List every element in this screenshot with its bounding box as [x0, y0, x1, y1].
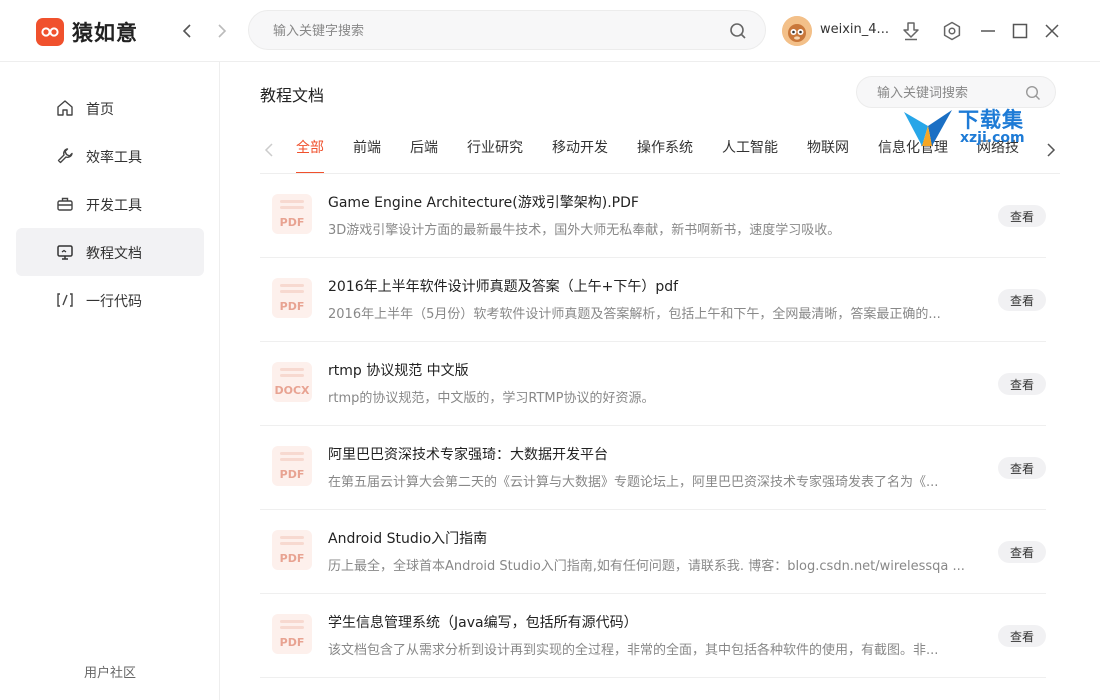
list-item[interactable]: PDF Game Engine Architecture(游戏引擎架构).PDF… — [260, 174, 1046, 258]
sidebar: 首页 效率工具 开发工具 教程文档 一行代码 用户社区 — [0, 62, 220, 700]
document-icon — [56, 243, 74, 261]
sidebar-item-label: 一行代码 — [86, 294, 142, 310]
doc-title[interactable]: rtmp 协议规范 中文版 — [328, 360, 469, 380]
doc-title[interactable]: Game Engine Architecture(游戏引擎架构).PDF — [328, 192, 639, 212]
main-content: 教程文档 全部前端后端行业研究移动开发操作系统人工智能物联网信息化管理网络技 P… — [221, 62, 1100, 700]
code-icon — [56, 291, 74, 309]
list-item[interactable]: PDF 2016年上半年软件设计师真题及答案（上午+下午）pdf 2016年上半… — [260, 258, 1046, 342]
download-icon — [903, 22, 919, 41]
view-button[interactable]: 查看 — [998, 205, 1046, 227]
tabs-scroll-left-button[interactable] — [260, 140, 278, 160]
logo-icon — [36, 18, 64, 46]
view-button[interactable]: 查看 — [998, 457, 1046, 479]
tabs-scroll-right-button[interactable] — [1042, 140, 1060, 160]
download-button[interactable] — [898, 18, 924, 44]
watermark-subtext: xzji.com — [960, 130, 1025, 146]
tab-mobile-dev[interactable]: 移动开发 — [552, 126, 608, 173]
doc-description: 3D游戏引擎设计方面的最新最牛技术，国外大师无私奉献，新书啊新书，速度学习吸收。 — [328, 223, 841, 238]
sidebar-item-efficiency-tools[interactable]: 效率工具 — [16, 132, 204, 180]
maximize-icon — [1012, 23, 1028, 39]
tab-frontend[interactable]: 前端 — [353, 126, 381, 173]
avatar[interactable] — [782, 16, 812, 46]
doc-search-input[interactable] — [877, 83, 1017, 103]
list-item[interactable]: DOCX rtmp 协议规范 中文版 rtmp的协议规范，中文版的，学习RTMP… — [260, 342, 1046, 426]
doc-title[interactable]: Android Studio入门指南 — [328, 528, 487, 548]
settings-icon — [943, 21, 961, 41]
pdf-file-icon: PDF — [272, 530, 312, 570]
doc-description: 2016年上半年（5月份）软考软件设计师真题及答案解析，包括上午和下午，全网最清… — [328, 307, 941, 322]
sidebar-item-label: 效率工具 — [86, 150, 142, 166]
pdf-file-icon: PDF — [272, 278, 312, 318]
tab-operating-system[interactable]: 操作系统 — [637, 126, 693, 173]
doc-description: 历上最全，全球首本Android Studio入门指南,如有任何问题，请联系我.… — [328, 559, 965, 574]
view-button[interactable]: 查看 — [998, 373, 1046, 395]
close-button[interactable] — [1039, 18, 1065, 44]
pdf-file-icon: PDF — [272, 194, 312, 234]
tab-industry-research[interactable]: 行业研究 — [467, 126, 523, 173]
tab-backend[interactable]: 后端 — [410, 126, 438, 173]
toolbox-icon — [56, 195, 74, 213]
doc-title[interactable]: 2016年上半年软件设计师真题及答案（上午+下午）pdf — [328, 276, 678, 296]
sidebar-item-label: 教程文档 — [86, 246, 142, 262]
home-icon — [56, 99, 74, 117]
chevron-right-icon — [1047, 143, 1056, 157]
doc-description: 在第五届云计算大会第二天的《云计算与大数据》专题论坛上，阿里巴巴资深技术专家强琦… — [328, 475, 939, 490]
sidebar-item-tutorial-docs[interactable]: 教程文档 — [16, 228, 204, 276]
maximize-button[interactable] — [1007, 18, 1033, 44]
title-bar: 猿如意 weixin_4... — [0, 0, 1100, 62]
tab-iot[interactable]: 物联网 — [807, 126, 849, 173]
app-logo[interactable]: 猿如意 — [36, 17, 138, 47]
close-icon — [1045, 24, 1059, 38]
doc-description: rtmp的协议规范，中文版的，学习RTMP协议的好资源。 — [328, 391, 655, 406]
doc-title[interactable]: 学生信息管理系统（Java编写，包括所有源代码） — [328, 612, 638, 632]
user-community-link[interactable]: 用户社区 — [0, 662, 220, 681]
minimize-icon — [981, 30, 995, 32]
sidebar-item-dev-tools[interactable]: 开发工具 — [16, 180, 204, 228]
view-button[interactable]: 查看 — [998, 289, 1046, 311]
chevron-right-icon — [218, 24, 227, 38]
doc-description: 该文档包含了从需求分析到设计再到实现的全过程，非常的全面，其中包括各种软件的使用… — [328, 643, 939, 658]
document-list: PDF Game Engine Architecture(游戏引擎架构).PDF… — [260, 174, 1046, 678]
sidebar-item-home[interactable]: 首页 — [16, 84, 204, 132]
sidebar-item-label: 开发工具 — [86, 198, 142, 214]
chevron-left-icon — [264, 143, 273, 157]
watermark: 下载集 xzji.com — [902, 104, 1042, 154]
pdf-file-icon: PDF — [272, 614, 312, 654]
doc-title[interactable]: 阿里巴巴资深技术专家强琦：大数据开发平台 — [328, 444, 608, 464]
pdf-file-icon: PDF — [272, 446, 312, 486]
search-icon[interactable] — [729, 22, 747, 40]
app-name: 猿如意 — [72, 21, 138, 45]
list-item[interactable]: PDF 阿里巴巴资深技术专家强琦：大数据开发平台 在第五届云计算大会第二天的《云… — [260, 426, 1046, 510]
tab-ai[interactable]: 人工智能 — [722, 126, 778, 173]
list-item[interactable]: PDF 学生信息管理系统（Java编写，包括所有源代码） 该文档包含了从需求分析… — [260, 594, 1046, 678]
minimize-button[interactable] — [975, 18, 1001, 44]
settings-button[interactable] — [939, 18, 965, 44]
sidebar-item-one-line-code[interactable]: 一行代码 — [16, 276, 204, 324]
search-icon[interactable] — [1025, 85, 1041, 101]
list-item[interactable]: PDF Android Studio入门指南 历上最全，全球首本Android … — [260, 510, 1046, 594]
page-title: 教程文档 — [260, 86, 325, 105]
chevron-left-icon — [182, 24, 191, 38]
docx-file-icon: DOCX — [272, 362, 312, 402]
tab-all[interactable]: 全部 — [296, 126, 324, 173]
view-button[interactable]: 查看 — [998, 541, 1046, 563]
back-button[interactable] — [175, 19, 199, 43]
forward-button[interactable] — [210, 19, 234, 43]
wrench-icon — [56, 147, 74, 165]
sidebar-item-label: 首页 — [86, 102, 114, 118]
view-button[interactable]: 查看 — [998, 625, 1046, 647]
global-search-input[interactable] — [273, 20, 703, 42]
global-search-box — [248, 10, 766, 50]
username[interactable]: weixin_4... — [820, 22, 889, 37]
watermark-logo-icon — [904, 110, 952, 146]
